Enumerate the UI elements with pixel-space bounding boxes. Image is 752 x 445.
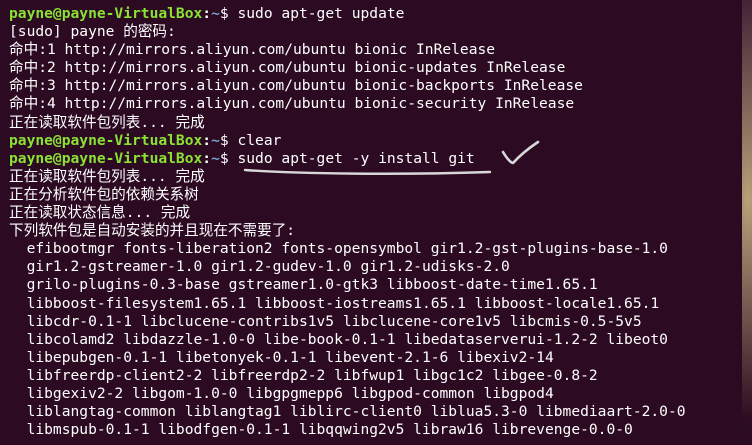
prompt-user-host: payne@payne-VirtualBox [9, 5, 203, 22]
prompt-symbol: $ [219, 131, 229, 149]
output-line: 正在分析软件包的依赖关系树 [9, 185, 199, 203]
prompt-line: payne@payne-VirtualBox:~$ clear [9, 132, 742, 150]
output-line: libepubgen-0.1-1 libetonyek-0.1-1 libeve… [9, 348, 554, 366]
output-line: libboost-filesystem1.65.1 libboost-iostr… [9, 294, 660, 312]
prompt-user-host: payne@payne-VirtualBox [9, 149, 203, 167]
prompt-path: ~ [211, 5, 220, 22]
output-line: libcolamd2 libdazzle-1.0-0 libe-book-0.1… [9, 330, 668, 348]
output-line: grilo-plugins-0.3-base gstreamer1.0-gtk3… [9, 276, 598, 294]
output-line: libfreerdp-client2-2 libfreerdp2-2 libfw… [9, 366, 598, 384]
output-line: efibootmgr fonts-liberation2 fonts-opens… [9, 240, 668, 258]
output-line: libgexiv2-2 libgom-1.0-0 libgpgmepp6 lib… [9, 384, 554, 402]
output-line: 正在读取状态信息... 完成 [9, 204, 191, 222]
output-line: libcdr-0.1-1 libclucene-contribs1v5 libc… [9, 312, 642, 330]
prompt-symbol: $ [219, 149, 229, 167]
prompt-path: ~ [211, 149, 220, 167]
prompt-user-host: payne@payne-VirtualBox [9, 131, 203, 149]
command-text: clear [237, 131, 282, 149]
prompt-path: ~ [211, 131, 220, 149]
command-text: sudo apt-get update [237, 5, 405, 22]
output-line: 下列软件包是自动安装的并且现在不需要了: [9, 222, 296, 240]
prompt-symbol: $ [219, 5, 229, 22]
output-line: 正在读取软件包列表... 完成 [9, 167, 205, 185]
output-line: 命中:1 http://mirrors.aliyun.com/ubuntu bi… [9, 41, 496, 59]
terminal-window[interactable]: payne@payne-VirtualBox:~$ sudo apt-get u… [0, 0, 742, 445]
output-line: liblangtag-common liblangtag1 liblirc-cl… [9, 403, 686, 421]
prompt-separator: : [202, 149, 212, 167]
output-line: [sudo] payne 的密码: [9, 23, 176, 41]
output-line: gir1.2-gstreamer-1.0 gir1.2-gudev-1.0 gi… [9, 258, 510, 276]
prompt-line: payne@payne-VirtualBox:~$ sudo apt-get u… [9, 5, 742, 23]
prompt-separator: : [202, 131, 212, 149]
output-line: 命中:2 http://mirrors.aliyun.com/ubuntu bi… [9, 59, 566, 77]
output-line: 命中:3 http://mirrors.aliyun.com/ubuntu bi… [9, 77, 583, 95]
output-line: 正在读取软件包列表... 完成 [9, 113, 205, 131]
command-text: sudo apt-get -y install git [237, 149, 475, 167]
prompt-line: payne@payne-VirtualBox:~$ sudo apt-get -… [9, 150, 742, 168]
prompt-separator: : [202, 5, 212, 22]
output-line: libmspub-0.1-1 libodfgen-0.1-1 libqqwing… [9, 421, 633, 439]
output-line: 命中:4 http://mirrors.aliyun.com/ubuntu bi… [9, 95, 575, 113]
